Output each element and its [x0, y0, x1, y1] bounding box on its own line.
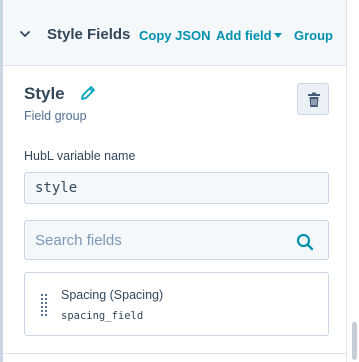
add-field-dropdown[interactable]: Add field: [216, 28, 272, 43]
group-button[interactable]: Group: [294, 28, 333, 43]
pencil-icon[interactable]: [79, 84, 97, 102]
field-variable-name: spacing_field: [61, 310, 144, 322]
trash-icon: [308, 92, 320, 107]
scrollbar-thumb[interactable]: [352, 322, 357, 360]
drag-handle-icon[interactable]: [40, 293, 48, 317]
copy-json-button[interactable]: Copy JSON: [139, 28, 211, 43]
hubl-variable-label: HubL variable name: [24, 149, 136, 163]
panel-edge: [346, 0, 347, 362]
field-label: Spacing (Spacing): [61, 288, 164, 302]
group-type-label: Field group: [24, 109, 87, 123]
group-name: Style: [24, 84, 65, 103]
panel-header: Style Fields Copy JSON Add field Group: [3, 0, 346, 66]
field-list-item[interactable]: Spacing (Spacing) spacing_field: [24, 272, 329, 336]
header-title: Style Fields: [47, 26, 131, 43]
caret-down-icon[interactable]: [274, 33, 282, 38]
chevron-down-icon[interactable]: [19, 28, 31, 40]
divider: [3, 353, 346, 354]
hubl-variable-input[interactable]: style: [24, 172, 329, 204]
search-placeholder: Search fields: [35, 232, 122, 249]
search-fields-input[interactable]: Search fields: [24, 220, 329, 260]
delete-group-button[interactable]: [297, 83, 329, 115]
field-editor-panel: Style Fields Copy JSON Add field Group S…: [0, 0, 359, 362]
search-icon[interactable]: [295, 232, 315, 252]
